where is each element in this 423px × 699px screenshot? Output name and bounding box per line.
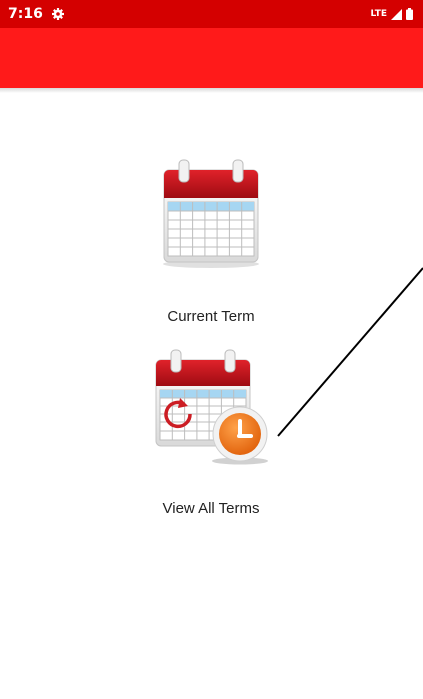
app-bar-shadow bbox=[0, 88, 423, 93]
status-bar: 7:16 LTE bbox=[0, 0, 423, 28]
status-time: 7:16 bbox=[8, 6, 43, 22]
calendar-icon bbox=[158, 158, 264, 274]
battery-icon bbox=[406, 5, 413, 24]
view-all-terms-button[interactable]: View All Terms bbox=[101, 348, 321, 517]
status-right: LTE bbox=[370, 5, 413, 24]
status-left: 7:16 bbox=[8, 5, 64, 24]
current-term-button[interactable]: Current Term bbox=[101, 158, 321, 325]
signal-icon bbox=[391, 5, 402, 24]
app-bar bbox=[0, 28, 423, 88]
settings-icon bbox=[51, 5, 64, 24]
network-type: LTE bbox=[370, 9, 387, 19]
current-term-label: Current Term bbox=[167, 308, 255, 325]
view-all-terms-label: View All Terms bbox=[162, 500, 260, 517]
calendar-clock-icon bbox=[154, 348, 268, 470]
